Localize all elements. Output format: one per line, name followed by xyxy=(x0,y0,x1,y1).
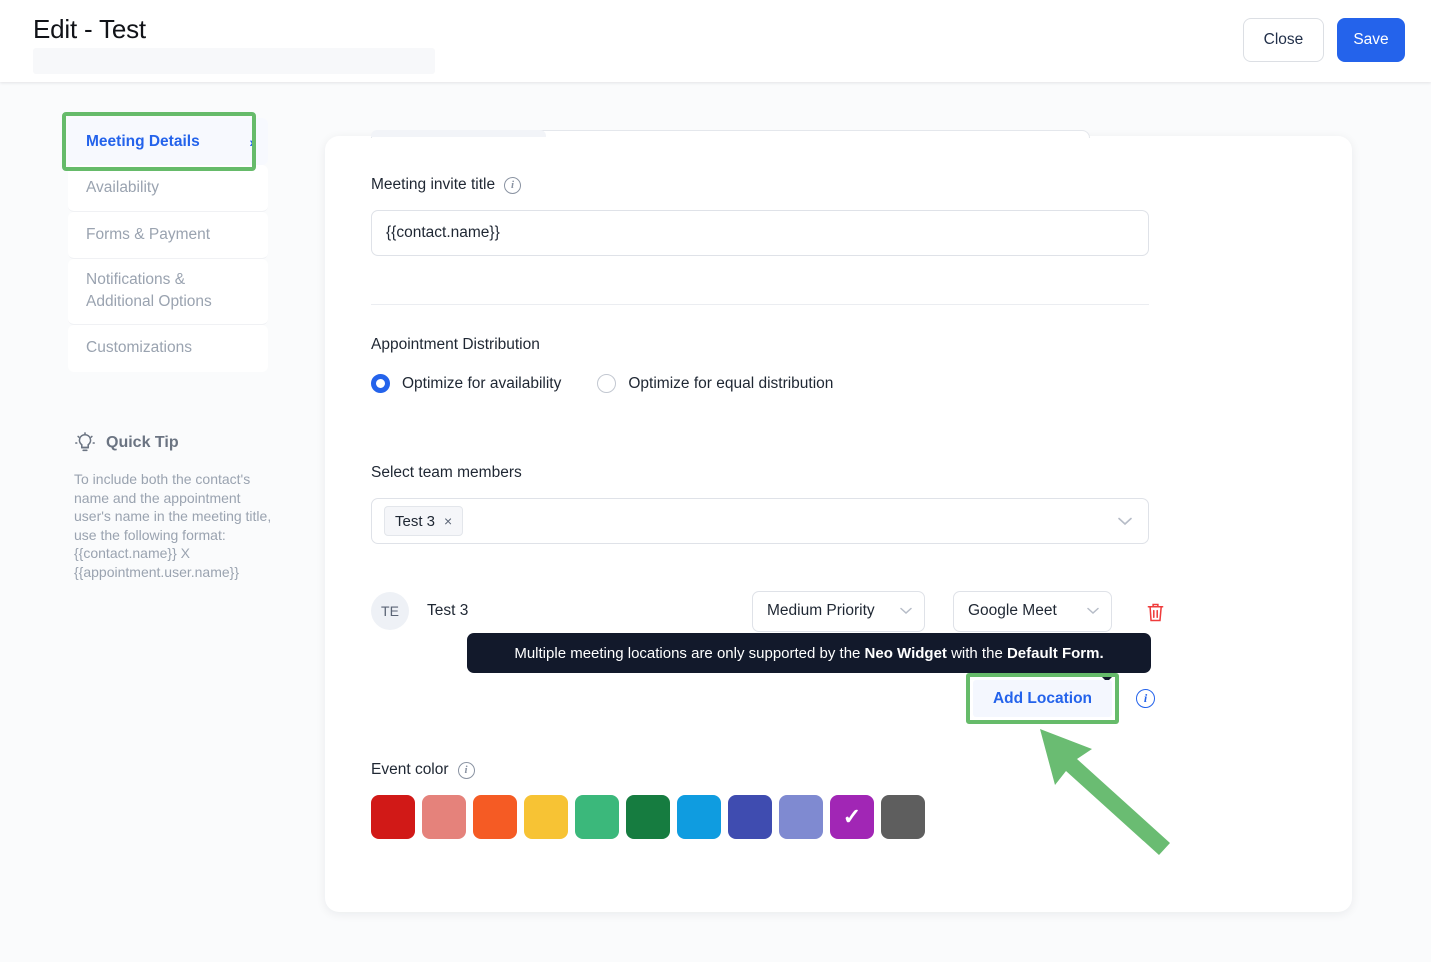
team-member-chip[interactable]: Test 3 × xyxy=(384,506,464,536)
app-header: Edit - Test Close Save xyxy=(0,0,1431,82)
sidebar-item-meeting-details[interactable]: Meeting Details › xyxy=(68,118,268,165)
sidebar-item-customizations[interactable]: Customizations xyxy=(68,324,268,372)
event-color-group: Event color i ✓ xyxy=(371,761,925,839)
color-swatch-crimson[interactable] xyxy=(371,795,415,839)
radio-optimize-availability[interactable]: Optimize for availability xyxy=(371,374,561,393)
chevron-down-icon[interactable] xyxy=(1118,514,1132,529)
close-button[interactable]: Close xyxy=(1243,18,1324,62)
chevron-down-icon xyxy=(900,604,912,618)
location-select[interactable]: Google Meet xyxy=(953,590,1112,632)
sidebar-item-notifications[interactable]: Notifications & Additional Options xyxy=(68,259,268,325)
info-icon[interactable]: i xyxy=(1136,689,1155,708)
color-swatch-purple[interactable]: ✓ xyxy=(830,795,874,839)
color-swatch-mint-green[interactable] xyxy=(575,795,619,839)
sidebar-item-label: Notifications & Additional Options xyxy=(86,271,212,311)
radio-label: Optimize for equal distribution xyxy=(628,374,834,392)
priority-value: Medium Priority xyxy=(767,602,875,619)
color-swatch-indigo[interactable] xyxy=(728,795,772,839)
member-name: Test 3 xyxy=(427,602,469,619)
tooltip-text-before: Multiple meeting locations are only supp… xyxy=(514,644,865,662)
avatar: TE xyxy=(371,592,409,630)
team-members-multiselect[interactable]: Test 3 × xyxy=(371,498,1149,544)
chip-label: Test 3 xyxy=(395,512,436,530)
priority-select[interactable]: Medium Priority xyxy=(752,590,925,632)
color-swatch-yellow[interactable] xyxy=(524,795,568,839)
label-text: Event color xyxy=(371,761,449,778)
sidebar-item-forms-payment[interactable]: Forms & Payment xyxy=(68,212,268,259)
color-swatch-periwinkle[interactable] xyxy=(779,795,823,839)
app-root: Edit - Test Close Save Meeting Details ›… xyxy=(0,0,1431,962)
meeting-invite-title-label: Meeting invite title i xyxy=(371,176,1149,194)
sidebar-item-label: Availability xyxy=(86,179,159,196)
add-location-button[interactable]: Add Location xyxy=(973,680,1112,717)
sidebar-item-label: Meeting Details xyxy=(86,132,200,150)
tooltip-text: Multiple meeting locations are only supp… xyxy=(514,645,1103,662)
appointment-distribution-radios: Optimize for availability Optimize for e… xyxy=(371,374,833,393)
radio-optimize-equal-distribution[interactable]: Optimize for equal distribution xyxy=(597,374,833,393)
section-divider xyxy=(371,304,1149,305)
appointment-distribution-label: Appointment Distribution xyxy=(371,336,833,354)
meeting-invite-title-input[interactable] xyxy=(371,210,1149,256)
main-card: Meeting invite title i Appointment Distr… xyxy=(325,130,1352,912)
color-swatch-gray[interactable] xyxy=(881,795,925,839)
sidebar-item-label: Forms & Payment xyxy=(86,226,211,243)
sidebar-item-meeting-details-wrap: Meeting Details › xyxy=(62,112,268,171)
chevron-down-icon xyxy=(1087,604,1099,618)
sidebar-item-label: Customizations xyxy=(86,339,192,357)
sidebar: Meeting Details › Availability Forms & P… xyxy=(62,112,268,372)
select-team-members-label: Select team members xyxy=(371,464,1149,482)
info-icon[interactable]: i xyxy=(504,176,522,194)
event-color-swatches: ✓ xyxy=(371,795,925,839)
table-row: TE Test 3 Medium Priority Google Meet xyxy=(371,590,1164,632)
appointment-distribution-group: Appointment Distribution Optimize for av… xyxy=(371,336,833,393)
label-text: Meeting invite title xyxy=(371,176,496,193)
quick-tip-body: To include both the contact's name and t… xyxy=(74,471,272,580)
check-icon: ✓ xyxy=(842,804,862,829)
select-team-members-group: Select team members Test 3 × xyxy=(371,464,1149,544)
quick-tip-title: Quick Tip xyxy=(106,434,179,451)
meeting-invite-title-group: Meeting invite title i xyxy=(371,176,1149,256)
tooltip-text-middle: with the xyxy=(946,644,1007,662)
radio-label: Optimize for availability xyxy=(402,374,562,392)
location-value: Google Meet xyxy=(968,602,1057,619)
radio-button-selected[interactable] xyxy=(371,374,390,393)
radio-button[interactable] xyxy=(597,374,617,393)
cut-off-tab-above xyxy=(371,130,546,137)
trash-icon[interactable] xyxy=(1146,602,1165,628)
color-swatch-salmon[interactable] xyxy=(422,795,466,839)
lightbulb-icon xyxy=(75,432,95,452)
label-text: Appointment Distribution xyxy=(371,336,540,353)
page-title: Edit - Test xyxy=(33,14,146,44)
event-color-label: Event color i xyxy=(371,761,925,779)
close-icon[interactable]: × xyxy=(444,513,452,529)
tooltip-multiple-locations: Multiple meeting locations are only supp… xyxy=(467,633,1151,682)
info-icon[interactable]: i xyxy=(457,761,475,779)
color-swatch-forest-green[interactable] xyxy=(626,795,670,839)
quick-tip-panel: Quick Tip To include both the contact's … xyxy=(74,432,274,582)
sidebar-item-availability[interactable]: Availability xyxy=(68,165,268,212)
color-swatch-sky-blue[interactable] xyxy=(677,795,721,839)
label-text: Select team members xyxy=(371,464,522,481)
tooltip-bold-default-form: Default Form. xyxy=(1006,644,1104,662)
header-name-field[interactable] xyxy=(33,48,435,74)
tooltip-bold-neo-widget: Neo Widget xyxy=(864,644,947,662)
chevron-right-icon: › xyxy=(249,133,254,150)
save-button[interactable]: Save xyxy=(1337,18,1405,62)
add-location-group: Add Location i xyxy=(966,673,1155,724)
quick-tip-header: Quick Tip xyxy=(74,432,274,454)
color-swatch-orange[interactable] xyxy=(473,795,517,839)
